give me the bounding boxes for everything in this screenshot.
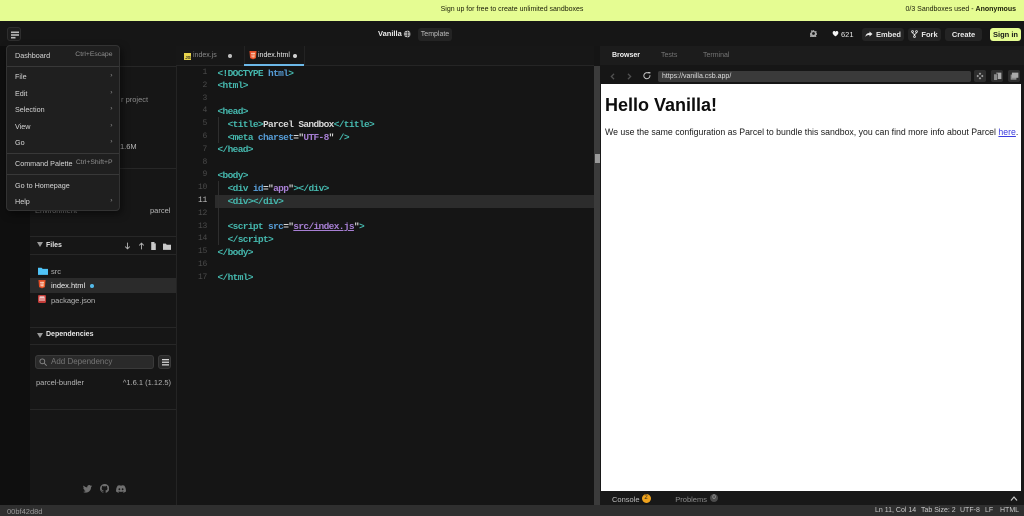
svg-text:JS: JS xyxy=(185,55,191,60)
